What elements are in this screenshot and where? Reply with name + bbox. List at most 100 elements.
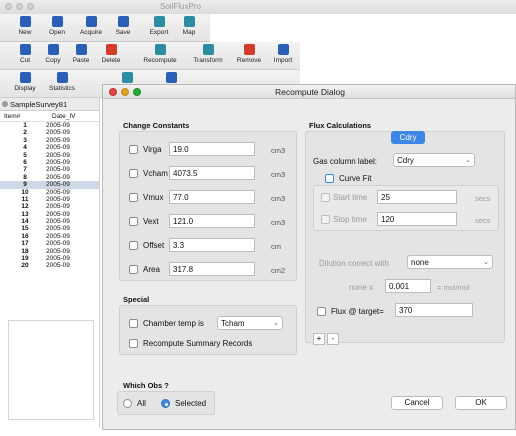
flux-target-label: Flux @ target= [331, 307, 384, 316]
add-button[interactable]: + [313, 333, 325, 345]
minimize-dialog-icon[interactable] [121, 88, 129, 96]
acquire-button[interactable]: Acquire [74, 16, 108, 41]
display-button[interactable]: Display [8, 72, 42, 97]
stop-time-field[interactable]: 120 [377, 212, 457, 226]
start-time-checkbox[interactable] [321, 193, 330, 202]
table-row[interactable]: 5 2005-09 [0, 152, 99, 159]
remove-button[interactable]: Remove [232, 44, 266, 69]
table-row[interactable]: 8 2005-09 [0, 174, 99, 181]
area-unit: cm2 [271, 266, 286, 275]
table-row[interactable]: 14 2005-09 [0, 218, 99, 225]
chamber-temp-checkbox[interactable] [129, 319, 138, 328]
table-row[interactable]: 20 2005-09 [0, 262, 99, 269]
vext-field[interactable]: 121.0 [169, 214, 255, 228]
row-date: 2005-09 [46, 158, 70, 166]
remove-button[interactable]: - [327, 333, 339, 345]
row-date: 2005-09 [46, 225, 70, 233]
paste-button[interactable]: Paste [64, 44, 98, 69]
toolbar-row-2: Cut Copy Paste Delete Recompute Transfor… [0, 42, 300, 70]
row-item-number: 12 [21, 203, 29, 211]
chamber-temp-popup[interactable]: Tcham ⌄ [217, 316, 283, 330]
table-row[interactable]: 1 2005-09 [0, 122, 99, 129]
stop-time-label: Stop time [333, 215, 367, 224]
new-button[interactable]: New [8, 16, 42, 41]
export-button[interactable]: Export [142, 16, 176, 41]
selected-radio[interactable] [161, 399, 170, 408]
zoom-dialog-icon[interactable] [133, 88, 141, 96]
all-radio[interactable] [123, 399, 132, 408]
vmux-label: Vmux [143, 193, 164, 202]
table-row[interactable]: 13 2005-09 [0, 211, 99, 218]
vcham-checkbox[interactable] [129, 169, 138, 178]
delete-x-icon [105, 44, 117, 55]
table-row[interactable]: 15 2005-09 [0, 225, 99, 232]
area-checkbox[interactable] [129, 265, 138, 274]
column-header-item[interactable]: Item# [4, 113, 52, 120]
offset-checkbox[interactable] [129, 241, 138, 250]
row-item-number: 8 [23, 173, 27, 181]
cdry-segment-button[interactable]: Cdry [391, 131, 425, 144]
save-button[interactable]: Save [106, 16, 140, 41]
close-window-icon[interactable] [5, 3, 12, 10]
table-row[interactable]: 4 2005-09 [0, 144, 99, 151]
row-item-number: 20 [21, 262, 29, 270]
row-date: 2005-09 [46, 210, 70, 218]
ok-button[interactable]: OK [455, 396, 507, 410]
gas-column-popup[interactable]: Cdry ⌄ [393, 153, 475, 167]
scissors-icon [19, 44, 31, 55]
vext-checkbox[interactable] [129, 217, 138, 226]
flux-target-checkbox[interactable] [317, 307, 326, 316]
table-row[interactable]: 2 2005-09 [0, 129, 99, 136]
survey-tab[interactable]: SampleSurvey81 [0, 98, 99, 111]
transform-button[interactable]: Transform [186, 44, 230, 69]
vcham-label: Vcham [143, 169, 168, 178]
row-date: 2005-09 [46, 122, 70, 129]
import-button[interactable]: Import [266, 44, 300, 69]
curve-fit-checkbox[interactable] [325, 174, 334, 183]
minimize-window-icon[interactable] [16, 3, 23, 10]
row-item-number: 18 [21, 247, 29, 255]
dilution-popup[interactable]: none ⌄ [407, 255, 493, 269]
map-button[interactable]: Map [172, 16, 206, 41]
flux-target-field[interactable]: 370 [395, 303, 473, 317]
virga-checkbox[interactable] [129, 145, 138, 154]
row-item-number: 14 [21, 218, 29, 226]
close-dialog-icon[interactable] [109, 88, 117, 96]
stop-time-checkbox[interactable] [321, 215, 330, 224]
virga-field[interactable]: 19.0 [169, 142, 255, 156]
table-row[interactable]: 19 2005-09 [0, 255, 99, 262]
table-row[interactable]: 10 2005-09 [0, 189, 99, 196]
recompute-summary-checkbox[interactable] [129, 339, 138, 348]
recompute-button[interactable]: Recompute [138, 44, 182, 69]
delete-button[interactable]: Delete [94, 44, 128, 69]
paste-icon [75, 44, 87, 55]
stop-time-unit: secs [475, 216, 491, 225]
table-row[interactable]: 6 2005-09 [0, 159, 99, 166]
offset-field[interactable]: 3.3 [169, 238, 255, 252]
table-row[interactable]: 16 2005-09 [0, 233, 99, 240]
row-date: 2005-09 [46, 203, 70, 211]
table-row[interactable]: 3 2005-09 [0, 137, 99, 144]
table-row[interactable]: 11 2005-09 [0, 196, 99, 203]
vcham-field[interactable]: 4073.5 [169, 166, 255, 180]
virga-unit: cm3 [271, 146, 286, 155]
table-row[interactable]: 12 2005-09 [0, 203, 99, 210]
table-row[interactable]: 7 2005-09 [0, 166, 99, 173]
close-tab-icon[interactable] [2, 101, 8, 107]
cancel-button[interactable]: Cancel [391, 396, 443, 410]
column-header-date[interactable]: Date_IV [52, 113, 76, 120]
table-row[interactable]: 9 2005-09 [0, 181, 99, 189]
row-date: 2005-09 [46, 136, 70, 144]
map-icon [183, 16, 195, 27]
area-field[interactable]: 317.8 [169, 262, 255, 276]
vmux-field[interactable]: 77.0 [169, 190, 255, 204]
vmux-checkbox[interactable] [129, 193, 138, 202]
table-row[interactable]: 17 2005-09 [0, 240, 99, 247]
statistics-button[interactable]: Statistics [42, 72, 82, 97]
zoom-window-icon[interactable] [27, 3, 34, 10]
open-button[interactable]: Open [40, 16, 74, 41]
none-x-field[interactable]: 0.001 [385, 279, 431, 293]
special-label: Special [123, 295, 150, 304]
table-row[interactable]: 18 2005-09 [0, 248, 99, 255]
start-time-field[interactable]: 25 [377, 190, 457, 204]
